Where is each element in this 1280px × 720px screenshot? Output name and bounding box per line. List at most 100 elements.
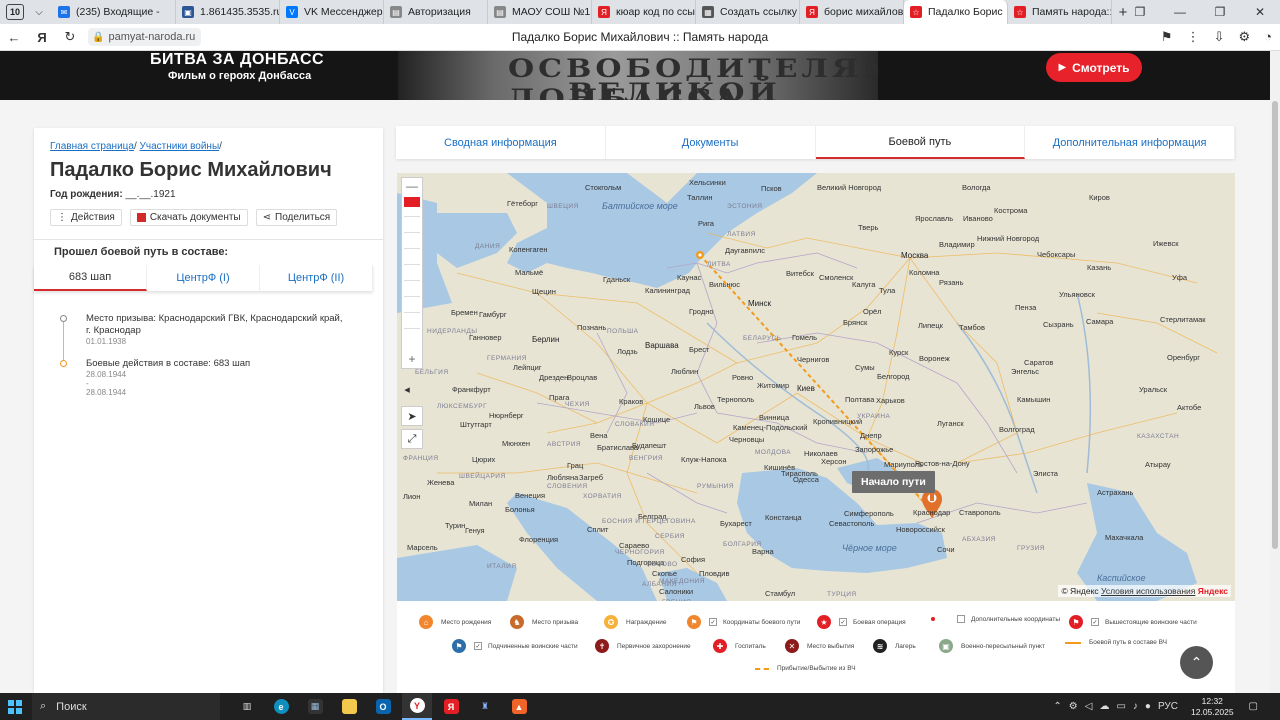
tab-count-badge[interactable]: 10 xyxy=(6,4,24,20)
geolocation-icon[interactable]: ➤ xyxy=(401,406,423,426)
breadcrumb-participants-link[interactable]: Участники войны xyxy=(140,141,220,152)
legend-label: Координаты боевого пути xyxy=(723,618,801,626)
map-label-constanta: Констанца xyxy=(765,513,802,522)
reload-icon[interactable]: ↻ xyxy=(56,29,84,45)
yandex-brand: Яндекс xyxy=(1197,586,1228,596)
legend-item[interactable]: ⚑ ✓ Подчиненные воинские части xyxy=(452,639,578,653)
legend-marker-icon: ⚑ xyxy=(452,639,466,653)
yandex-browser-icon[interactable]: Y xyxy=(402,693,432,720)
map-label-bologna: Болонья xyxy=(505,505,535,514)
tab-list-chevron-icon[interactable]: ⌵ xyxy=(30,7,48,18)
notifications-icon[interactable]: ▢ xyxy=(1249,701,1258,712)
browser-tab[interactable]: ▣ 1.861435.3535.ru xyxy=(176,0,280,24)
birth-label: Год рождения: xyxy=(50,189,123,200)
yandex-icon[interactable]: Я xyxy=(436,693,466,720)
profile-icon[interactable]: ◔ xyxy=(1264,29,1272,45)
legend-marker-icon: ⚑ xyxy=(687,615,701,629)
minimize-icon[interactable]: — xyxy=(1160,5,1200,19)
map-label-nurnberg: Нюрнберг xyxy=(489,411,524,420)
legend-checkbox[interactable]: ✓ xyxy=(839,618,847,626)
store-icon[interactable]: ▦ xyxy=(300,693,330,720)
terms-link[interactable]: Условия использования xyxy=(1101,586,1195,596)
zoom-in-icon[interactable]: + xyxy=(402,352,422,366)
tab-combat-path[interactable]: Боевой путь xyxy=(815,126,1026,159)
keyboard-language[interactable]: РУС xyxy=(1158,701,1178,712)
brave-icon[interactable]: ▲ xyxy=(504,693,534,720)
tray-mic-icon[interactable]: ● xyxy=(1145,701,1151,712)
outlook-icon[interactable]: O xyxy=(368,693,398,720)
downloads-icon[interactable]: ⇩ xyxy=(1214,29,1225,45)
tab-additional-info[interactable]: Дополнительная информация xyxy=(1025,126,1235,159)
page-scrollbar[interactable] xyxy=(1270,51,1280,693)
browser-tab[interactable]: ☆Падалко Борис✕ xyxy=(904,0,1008,24)
zoom-level-indicator xyxy=(404,197,420,207)
taskbar-clock[interactable]: 12:32 12.05.2025 xyxy=(1191,696,1234,718)
scroll-to-top-button[interactable]: ⌃ xyxy=(1180,646,1213,679)
legend-checkbox[interactable]: ✓ xyxy=(474,642,482,650)
browser-tab[interactable]: ▦ Создать ссылку н xyxy=(696,0,800,24)
browser-tab[interactable]: ✉ (235) Входящие - xyxy=(52,0,176,24)
tab-summary[interactable]: Сводная информация xyxy=(396,126,606,159)
tray-volume-icon[interactable]: ♪ xyxy=(1133,701,1138,712)
promo-banner[interactable]: БИТВА ЗА ДОНБАСС Фильм о героях Донбасса… xyxy=(0,51,1270,100)
extensions-icon[interactable]: ⚙ xyxy=(1238,29,1250,45)
map-label-sevastopol: Севастополь xyxy=(829,519,875,528)
legend-checkbox[interactable]: ✓ xyxy=(709,618,717,626)
map-label-kherson: Херсон xyxy=(821,457,847,466)
map-label-malmo: Мальмё xyxy=(515,268,544,277)
tray-settings-icon[interactable]: ⚙ xyxy=(1069,701,1078,712)
tab-documents[interactable]: Документы xyxy=(606,126,816,159)
scrollbar-thumb[interactable] xyxy=(1272,101,1278,549)
tray-speaker-icon[interactable]: ◁ xyxy=(1085,701,1093,712)
unit-tab-683[interactable]: 683 шап xyxy=(34,265,147,291)
task-view-icon[interactable]: ▥ xyxy=(232,693,262,720)
unit-tab-centrf-1[interactable]: ЦентрФ (I) xyxy=(147,265,260,291)
actions-button[interactable]: ⋮ Действия xyxy=(50,209,122,226)
taskbar-search[interactable]: ⌕ Поиск xyxy=(32,693,220,720)
bookmark-icon[interactable]: ⚑ xyxy=(1161,29,1173,45)
file-explorer-icon[interactable] xyxy=(334,693,364,720)
tray-monitor-icon[interactable]: ▭ xyxy=(1116,701,1125,712)
unit-tab-centrf-2[interactable]: ЦентрФ (II) xyxy=(260,265,373,291)
collapse-arrow-icon[interactable]: ◂ xyxy=(401,379,413,399)
browser-tab[interactable]: ▤ МАОУ СОШ №1. М xyxy=(488,0,592,24)
url-field[interactable]: 🔒 pamyat-naroda.ru xyxy=(88,28,202,46)
legend-label: Боевая операция xyxy=(853,618,906,626)
legend-item[interactable]: Дополнительные координаты xyxy=(927,615,1060,623)
browser-tab[interactable]: ☆ Память народа::А xyxy=(1008,0,1112,24)
browser-tab[interactable]: ▤ Авторизация xyxy=(384,0,488,24)
share-button[interactable]: ⋖ Поделиться xyxy=(255,209,338,226)
map-label-penza: Пенза xyxy=(1015,303,1037,312)
browser-tab[interactable]: Яборис михайлови xyxy=(800,0,904,24)
legend-item[interactable]: ⚑ ✓ Вышестоящие воинские части xyxy=(1069,615,1197,629)
zoom-out-icon[interactable]: — xyxy=(402,179,422,193)
chevron-up-icon: ⌃ xyxy=(1190,654,1203,670)
combat-path-map[interactable]: Балтийское море Чёрное море Каспийское Моск… xyxy=(397,173,1235,601)
start-button[interactable] xyxy=(0,699,30,714)
actions-label: Действия xyxy=(71,212,115,223)
map-label-switzerland: ШВЕЙЦАРИЯ xyxy=(459,473,506,480)
legend-checkbox[interactable] xyxy=(957,615,965,623)
windows-logo-icon xyxy=(8,699,22,714)
tray-cloud-icon[interactable]: ☁ xyxy=(1099,701,1109,712)
download-documents-button[interactable]: Скачать документы xyxy=(129,209,248,226)
shield-app-icon[interactable]: ♜ xyxy=(470,693,500,720)
close-window-icon[interactable]: ✕ xyxy=(1240,5,1280,19)
map-label-saratov: Саратов xyxy=(1024,358,1054,367)
browser-tab[interactable]: Якюар код по ссыл xyxy=(592,0,696,24)
tray-expand-icon[interactable]: ⌃ xyxy=(1053,701,1061,712)
legend-item[interactable]: ⚑ ✓ Координаты боевого пути xyxy=(687,615,800,629)
watch-button[interactable]: ▶ Смотреть xyxy=(1046,53,1142,82)
yandex-logo-icon[interactable]: Я xyxy=(28,30,56,45)
menu-dots-icon[interactable]: ⋮ xyxy=(1187,29,1200,45)
legend-checkbox[interactable]: ✓ xyxy=(1091,618,1099,626)
fullscreen-icon[interactable]: ⤢ xyxy=(401,429,423,449)
breadcrumb-home-link[interactable]: Главная страница xyxy=(50,141,134,152)
browser-tab[interactable]: V VK Мессенджер xyxy=(280,0,384,24)
legend-item[interactable]: ★ ✓ Боевая операция xyxy=(817,615,906,629)
play-icon: ▶ xyxy=(1058,62,1067,73)
restore-icon[interactable]: ❐ xyxy=(1200,5,1240,19)
edge-icon[interactable]: e xyxy=(266,693,296,720)
collections-icon[interactable]: ❐ xyxy=(1120,5,1160,19)
back-arrow-icon[interactable]: ← xyxy=(0,30,28,45)
